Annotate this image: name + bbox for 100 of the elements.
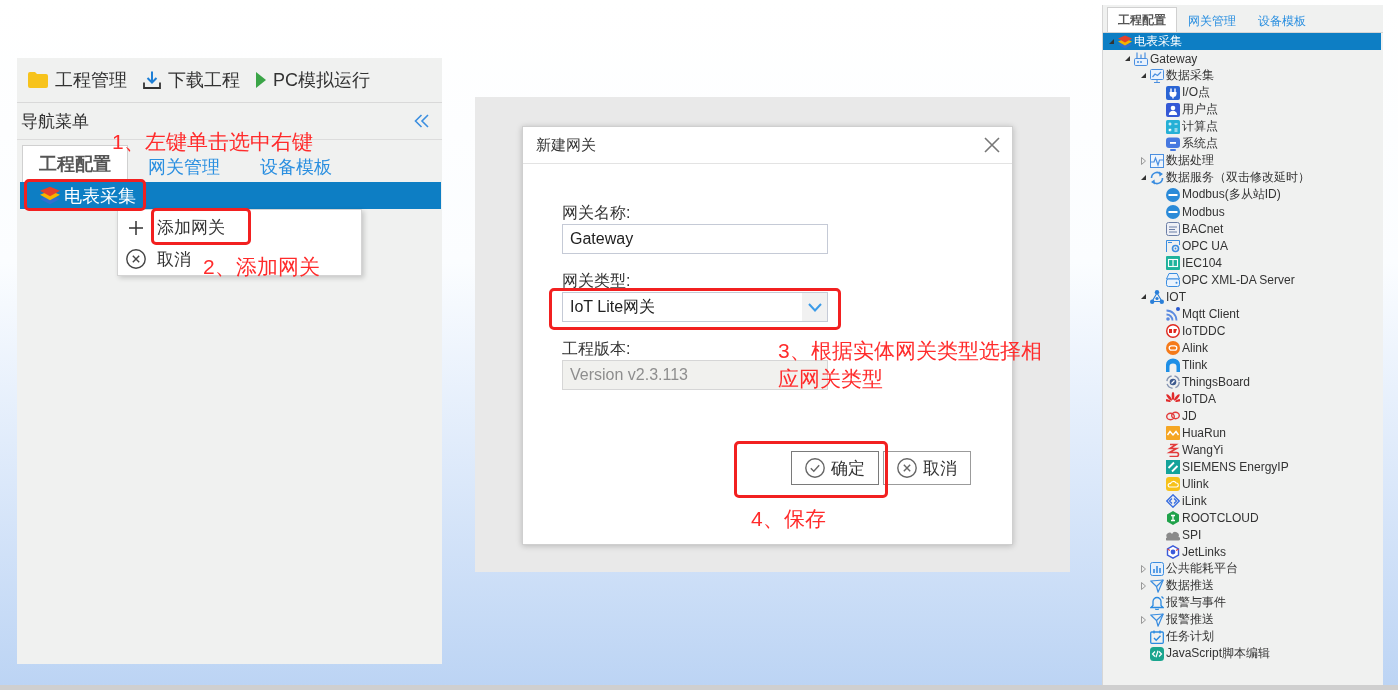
- folder-icon: [28, 72, 48, 88]
- hex-ring-icon: [1166, 544, 1180, 559]
- ok-button[interactable]: 确定: [791, 451, 879, 485]
- circle-bar-icon: [1166, 204, 1180, 219]
- ring-icon: [1166, 323, 1180, 338]
- menu-item[interactable]: 取消: [157, 247, 191, 271]
- tree-item[interactable]: 报警与事件: [1150, 594, 1226, 611]
- drive-icon: [1166, 272, 1180, 287]
- tree-item[interactable]: SIEMENS EnergyIP: [1166, 459, 1289, 474]
- tree-item[interactable]: JD: [1166, 408, 1197, 423]
- squiggle-icon: [1166, 442, 1180, 457]
- signal-icon: [1166, 306, 1180, 321]
- tree-item[interactable]: 电表采集: [1118, 33, 1182, 50]
- tree-item[interactable]: Gateway: [1134, 51, 1198, 66]
- tree-item[interactable]: 数据服务（双击修改延时）: [1150, 169, 1310, 186]
- select-field[interactable]: IoT Lite网关: [562, 292, 828, 322]
- close-circle-icon: [897, 458, 917, 478]
- toolbar-button[interactable]: 下载工程: [143, 68, 240, 92]
- tree-item[interactable]: I/O点: [1166, 84, 1210, 101]
- tree-item[interactable]: Modbus: [1166, 204, 1225, 219]
- text-field[interactable]: Gateway: [562, 224, 828, 254]
- tree-item[interactable]: 系统点: [1166, 135, 1218, 152]
- tree-item[interactable]: 数据采集: [1150, 67, 1214, 84]
- columns-tile-icon: [1166, 255, 1180, 270]
- layers-icon: [40, 186, 60, 205]
- tree-item[interactable]: BACnet: [1166, 221, 1224, 236]
- monitor-chart-icon: [1150, 68, 1164, 83]
- tree-item[interactable]: 用户点: [1166, 101, 1218, 118]
- bar-chart-icon: [1150, 561, 1164, 576]
- network-icon: [1150, 289, 1164, 304]
- field-label: 网关名称:: [562, 204, 631, 222]
- annotation-text: 3、根据实体网关类型选择相应网关类型: [778, 338, 1043, 392]
- tree-item[interactable]: 数据推送: [1150, 577, 1214, 594]
- close-circle-icon: [126, 249, 146, 270]
- chart-line-icon: [1150, 153, 1164, 168]
- calculator-icon: [1166, 119, 1180, 134]
- panel-title: 导航菜单: [21, 110, 89, 133]
- dashed-ring-icon: [1166, 374, 1180, 389]
- tree-item[interactable]: 报警推送: [1150, 611, 1214, 628]
- double-chevron-icon[interactable]: [414, 114, 429, 128]
- tree-item[interactable]: Ulink: [1166, 476, 1209, 491]
- plug-tile-icon: [1166, 85, 1180, 100]
- tree-item[interactable]: IEC104: [1166, 255, 1223, 270]
- send-icon: [1150, 578, 1164, 593]
- cloud-tile-icon: [1166, 476, 1180, 491]
- tree-item[interactable]: WangYi: [1166, 442, 1224, 457]
- wave-tile-icon: [1166, 425, 1180, 440]
- tree-item[interactable]: 电表采集: [40, 183, 136, 208]
- tree-item[interactable]: ThingsBoard: [1166, 374, 1251, 389]
- tree-item[interactable]: JavaScript脚本编辑: [1150, 645, 1271, 662]
- tab[interactable]: 工程配置: [1107, 7, 1177, 32]
- arch-icon: [1166, 357, 1180, 372]
- tree-item[interactable]: Alink: [1166, 340, 1208, 355]
- toolbar-button[interactable]: 工程管理: [28, 68, 127, 92]
- tree-item[interactable]: Mqtt Client: [1166, 306, 1240, 321]
- tree-item[interactable]: IoTDDC: [1166, 323, 1226, 338]
- sync-icon: [1150, 170, 1164, 185]
- annotation-text: 2、添加网关: [203, 257, 320, 277]
- toolbar-button[interactable]: PC模拟运行: [256, 68, 370, 92]
- chevron-down-icon: [807, 302, 822, 312]
- screen-icon: [1166, 136, 1180, 151]
- tree-item[interactable]: JetLinks: [1166, 544, 1227, 559]
- caret-icon[interactable]: [1140, 175, 1146, 180]
- close-button[interactable]: [984, 137, 1000, 153]
- menu-item[interactable]: 添加网关: [157, 216, 225, 240]
- list-tile-icon: [1166, 221, 1180, 236]
- user-tile-icon: [1166, 102, 1180, 117]
- tree-item[interactable]: 计算点: [1166, 118, 1218, 135]
- tree-item[interactable]: OPC UA: [1166, 238, 1228, 253]
- tree-item[interactable]: HuaRun: [1166, 425, 1227, 440]
- play-icon: [256, 72, 266, 88]
- field-label: 网关类型:: [562, 272, 631, 290]
- tree-item[interactable]: OPC XML-DA Server: [1166, 272, 1295, 287]
- close-icon: [984, 137, 1000, 153]
- check-circle-icon: [805, 458, 825, 478]
- cancel-button[interactable]: 取消: [883, 451, 971, 485]
- caret-icon[interactable]: [1124, 56, 1130, 61]
- plus-icon: [129, 220, 143, 235]
- tree-item[interactable]: ROOTCLOUD: [1166, 510, 1259, 525]
- caret-icon[interactable]: [1140, 294, 1146, 299]
- layers-icon: [1118, 34, 1132, 49]
- tree-item[interactable]: SPI: [1166, 527, 1202, 542]
- tree-item[interactable]: IoTDA: [1166, 391, 1216, 406]
- tree-item[interactable]: iLink: [1166, 493, 1207, 508]
- hexagon-icon: [1166, 510, 1180, 525]
- router-icon: [1134, 51, 1148, 66]
- tree-item[interactable]: 任务计划: [1150, 628, 1214, 645]
- code-icon: [1150, 646, 1164, 661]
- send-icon: [1150, 612, 1164, 627]
- field-label: 工程版本:: [562, 340, 631, 358]
- tree-item[interactable]: 公共能耗平台: [1150, 560, 1238, 577]
- tree-item[interactable]: Modbus(多从站ID): [1166, 186, 1281, 203]
- diamond-icon: [1166, 493, 1180, 508]
- bell-icon: [1150, 595, 1164, 610]
- tree-item[interactable]: IOT: [1150, 289, 1186, 304]
- tree-item[interactable]: Tlink: [1166, 357, 1208, 372]
- annotation-text: 4、保存: [751, 509, 826, 529]
- tree-item[interactable]: 数据处理: [1150, 152, 1214, 169]
- dialog-title: 新建网关: [536, 135, 596, 155]
- caret-icon[interactable]: [1140, 73, 1146, 78]
